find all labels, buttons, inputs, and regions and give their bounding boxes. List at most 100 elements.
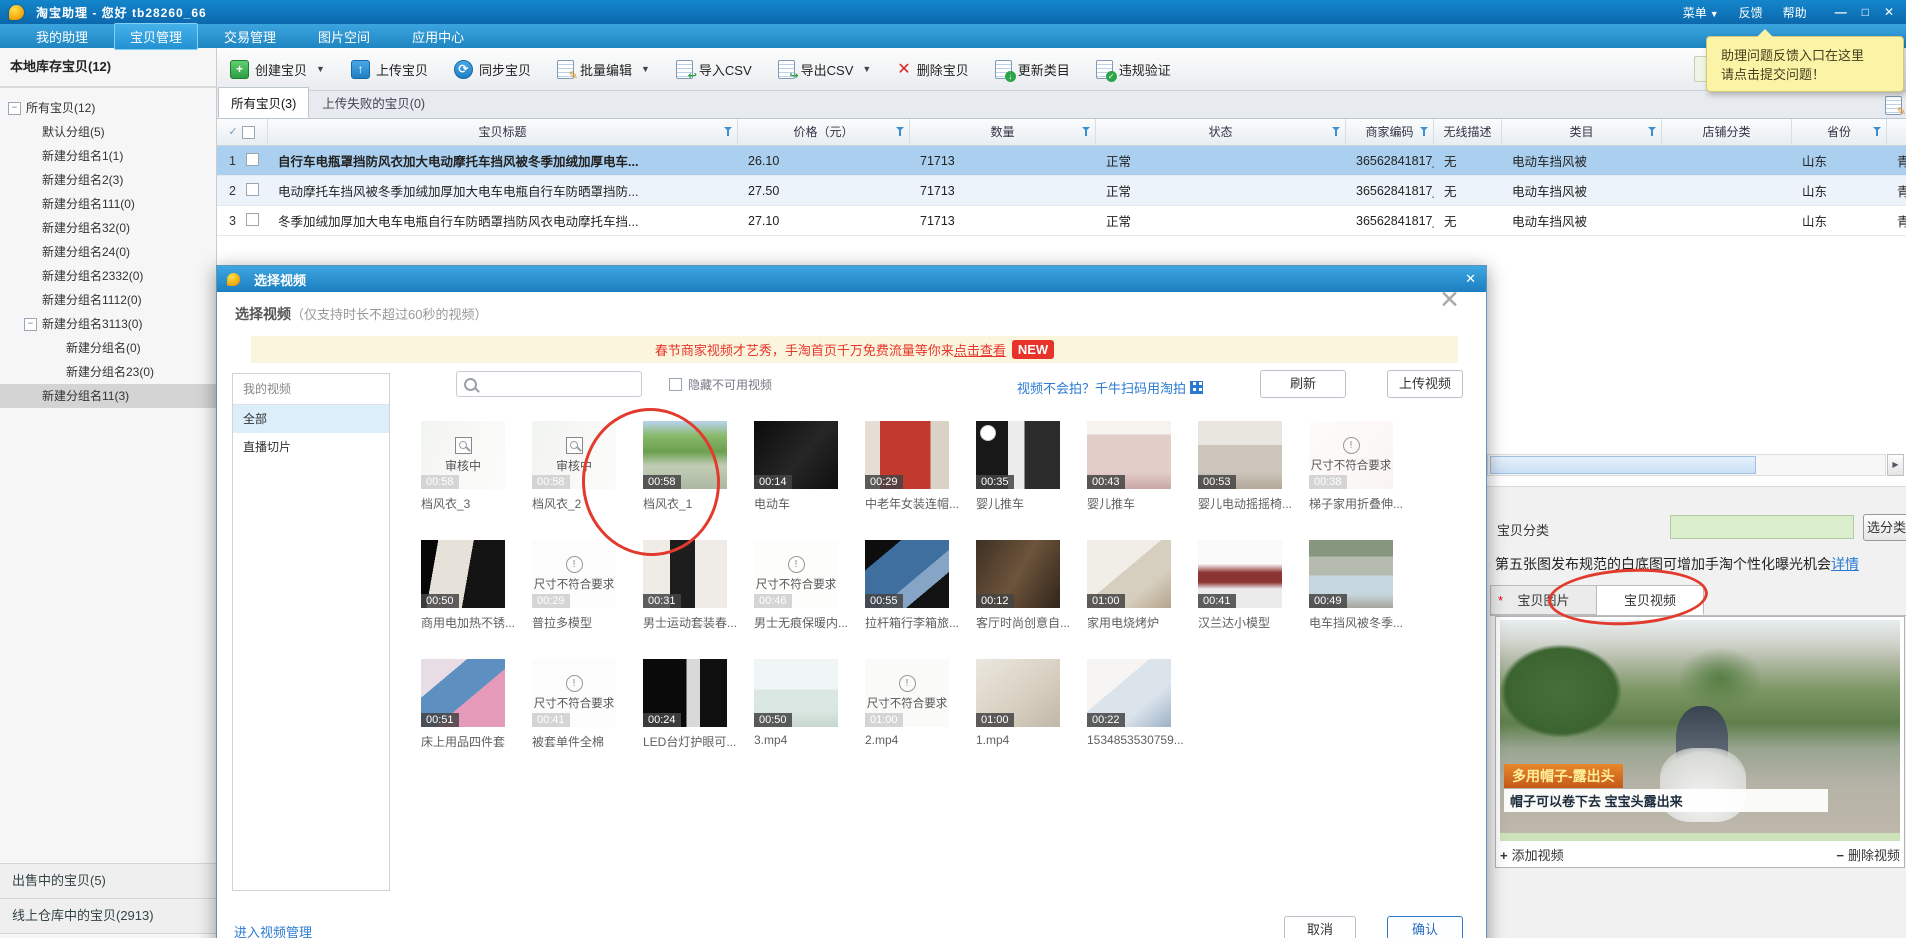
select-all-header[interactable]: ✓ [216,119,268,145]
video-card[interactable]: 00:24LED台灯护眼可... [643,659,727,750]
tree-item[interactable]: 新建分组名111(0) [0,192,216,216]
horizontal-scrollbar[interactable] [1487,454,1886,476]
column-header[interactable]: 宝贝标题 [268,119,738,145]
tree-item[interactable]: 默认分组(5) [0,120,216,144]
video-thumbnail[interactable]: 00:49 [1309,540,1393,608]
tree-item[interactable]: 新建分组名23(0) [0,360,216,384]
video-thumbnail[interactable]: 00:58 [643,421,727,489]
row-checkbox[interactable] [246,153,259,166]
video-card[interactable]: 01:00家用电烧烤炉 [1087,540,1171,631]
video-card[interactable]: 01:001.mp4 [976,659,1060,750]
video-thumbnail[interactable]: 审核中00:58 [532,421,616,489]
video-card[interactable]: !尺寸不符合要求00:38梯子家用折叠伸... [1309,421,1393,512]
video-card[interactable]: 00:50商用电加热不锈... [421,540,505,631]
add-video-button[interactable]: +添加视频 [1500,845,1564,864]
video-thumbnail[interactable]: 00:14 [754,421,838,489]
toolbar-button[interactable]: ↩导入CSV [676,60,752,79]
video-thumbnail[interactable]: 01:00 [976,659,1060,727]
close-button[interactable]: ✕ [1884,5,1894,19]
video-thumbnail[interactable]: !尺寸不符合要求00:29 [532,540,616,608]
hide-unusable-checkbox[interactable] [669,378,682,391]
video-card[interactable]: 审核中00:58档风衣_3 [421,421,505,512]
toolbar-button[interactable]: ✎批量编辑▼ [557,60,650,79]
menu-button[interactable]: 菜单▼ [1683,4,1719,21]
sidebar-section-button[interactable]: 出售中的宝贝(5) [0,863,216,898]
maximize-button[interactable]: □ [1862,5,1869,19]
toolbar-button[interactable]: ↑上传宝贝 [351,60,428,79]
collapse-icon[interactable]: − [24,318,37,331]
refresh-button[interactable]: 刷新 [1260,370,1346,398]
tree-item[interactable]: 新建分组名2332(0) [0,264,216,288]
video-card[interactable]: 00:55拉杆箱行李箱旅... [865,540,949,631]
chevron-down-icon[interactable]: ▼ [641,64,650,74]
filter-icon[interactable] [1082,127,1092,137]
tree-item[interactable]: 新建分组名32(0) [0,216,216,240]
media-tab[interactable]: *宝贝图片 [1490,585,1597,615]
video-search-input[interactable] [456,371,642,397]
nav-tab[interactable]: 宝贝管理 [114,23,198,50]
video-thumbnail[interactable]: 00:41 [1198,540,1282,608]
table-row[interactable]: 1自行车电瓶罩挡防风衣加大电动摩托车挡风被冬季加绒加厚电车...26.10717… [216,146,1906,176]
tree-item[interactable]: 新建分组名11(3) [0,384,216,408]
video-thumbnail[interactable]: 00:22 [1087,659,1171,727]
video-card[interactable]: !尺寸不符合要求01:002.mp4 [865,659,949,750]
chevron-down-icon[interactable]: ▼ [862,64,871,74]
toolbar-button[interactable]: ⟳同步宝贝 [454,60,531,79]
video-thumbnail[interactable]: !尺寸不符合要求00:41 [532,659,616,727]
tree-item[interactable]: 新建分组名24(0) [0,240,216,264]
tree-item[interactable]: 新建分组名(0) [0,336,216,360]
filter-icon[interactable] [1873,127,1883,137]
sidebar-section-button[interactable]: 线上仓库中的宝贝(2913) [0,898,216,934]
column-header[interactable]: 类目 [1502,119,1662,145]
video-manage-link[interactable]: 进入视频管理 [234,922,312,938]
column-header[interactable]: 商家编码 [1346,119,1434,145]
column-header[interactable]: 数量 [910,119,1096,145]
dialog-close-icon[interactable]: ✕ [1465,271,1476,287]
video-card[interactable]: !尺寸不符合要求00:41被套单件全棉 [532,659,616,750]
video-card[interactable]: 审核中00:58档风衣_2 [532,421,616,512]
toolbar-button[interactable]: ✕删除宝贝 [897,59,968,79]
feedback-button[interactable]: 反馈 [1739,4,1763,21]
video-thumbnail[interactable]: 00:53 [1198,421,1282,489]
video-card[interactable]: 00:503.mp4 [754,659,838,750]
video-card[interactable]: 00:35婴儿推车 [976,421,1060,512]
video-card[interactable]: 00:12客厅时尚创意自... [976,540,1060,631]
nav-tab[interactable]: 图片空间 [302,23,386,50]
nav-tab[interactable]: 我的助理 [20,23,104,50]
tree-item[interactable]: 新建分组名1112(0) [0,288,216,312]
video-card[interactable]: 00:14电动车 [754,421,838,512]
column-header[interactable]: 店铺分类 [1662,119,1792,145]
help-button[interactable]: 帮助 [1783,4,1807,21]
filter-icon[interactable] [896,127,906,137]
upload-video-button[interactable]: 上传视频 [1387,370,1463,398]
toolbar-button[interactable]: ↓更新类目 [995,60,1070,79]
tree-item[interactable]: 新建分组名1(1) [0,144,216,168]
column-header[interactable]: 无线描述 [1434,119,1502,145]
minimize-button[interactable]: — [1835,5,1847,19]
video-card[interactable]: !尺寸不符合要求00:29普拉多模型 [532,540,616,631]
video-thumbnail[interactable]: 00:43 [1087,421,1171,489]
list-tab[interactable]: 上传失败的宝贝(0) [309,87,438,118]
filter-icon[interactable] [724,127,734,137]
video-card[interactable]: 00:221534853530759... [1087,659,1171,750]
video-thumbnail[interactable]: 00:55 [865,540,949,608]
select-all-checkbox[interactable] [242,126,255,139]
video-thumbnail[interactable]: 00:24 [643,659,727,727]
video-thumbnail[interactable]: 00:31 [643,540,727,608]
filter-icon[interactable] [1648,127,1658,137]
video-thumbnail[interactable]: 01:00 [1087,540,1171,608]
chevron-down-icon[interactable]: ▼ [316,64,325,74]
column-header[interactable]: 省份 [1792,119,1887,145]
promo-link[interactable]: 点击查看 [954,340,1006,359]
video-card[interactable]: 00:31男士运动套装春... [643,540,727,631]
select-category-button[interactable]: 选分类 [1863,514,1906,541]
video-card[interactable]: 00:51床上用品四件套 [421,659,505,750]
video-thumbnail[interactable]: 00:35 [976,421,1060,489]
video-thumbnail[interactable]: 00:51 [421,659,505,727]
video-card[interactable]: 00:58档风衣_1 [643,421,727,512]
scrollbar-right-arrow-icon[interactable]: ▶ [1887,454,1904,476]
table-settings-icon[interactable]: ✎ [1885,96,1902,115]
video-card[interactable]: 00:29中老年女装连帽... [865,421,949,512]
scrollbar-thumb[interactable] [1490,456,1756,474]
toolbar-button[interactable]: ✓违规验证 [1096,60,1171,79]
